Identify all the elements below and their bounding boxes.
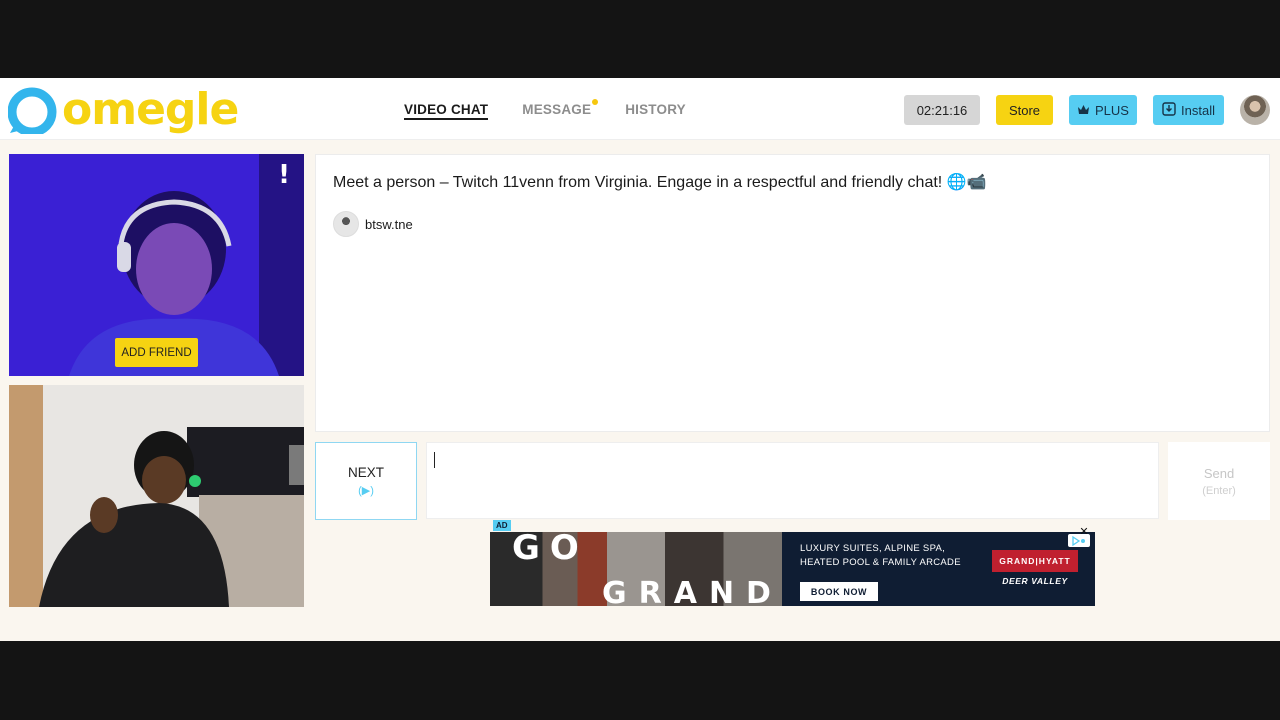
download-icon (1162, 101, 1176, 119)
screen-bottom-band (0, 641, 1280, 720)
crown-icon (1077, 103, 1090, 118)
ad-label: AD (493, 520, 511, 531)
header: omegle VIDEO CHAT MESSAGE HISTORY 02:21:… (0, 78, 1280, 140)
ad-headline-grand: GRAND (602, 576, 783, 606)
app-window: omegle VIDEO CHAT MESSAGE HISTORY 02:21:… (0, 78, 1280, 641)
report-button[interactable]: ! (278, 160, 290, 190)
store-button-label: Store (1008, 102, 1041, 118)
tab-video-chat-label: VIDEO CHAT (404, 101, 489, 117)
plus-button[interactable]: PLUS (1069, 95, 1137, 125)
ad-copy: LUXURY SUITES, ALPINE SPA, HEATED POOL &… (800, 543, 961, 568)
ad-location: DEER VALLEY (1002, 576, 1068, 586)
ad-brand-logo: GRAND|HYATT (992, 550, 1078, 572)
next-button[interactable]: NEXT (▶) (315, 442, 417, 520)
ad-banner[interactable]: GO GRAND LUXURY SUITES, ALPINE SPA, HEAT… (490, 532, 1095, 606)
remote-video: ! ADD FRIEND (9, 154, 304, 376)
adchoices-icon[interactable] (1068, 534, 1090, 547)
partner-avatar (333, 211, 359, 237)
notification-dot (592, 99, 599, 105)
send-button-label: Send (1203, 465, 1235, 481)
install-button[interactable]: Install (1153, 95, 1224, 125)
logo-text: omegle (62, 84, 239, 135)
plus-button-label: PLUS (1095, 102, 1129, 118)
tab-message[interactable]: MESSAGE (522, 78, 599, 140)
tab-history-label: HISTORY (625, 101, 686, 117)
local-video-scene (9, 385, 304, 607)
user-avatar[interactable] (1240, 95, 1270, 125)
ad-book-now-button[interactable]: BOOK NOW (800, 582, 878, 601)
local-video (9, 385, 304, 607)
logo-icon (7, 86, 58, 137)
tab-message-label: MESSAGE (522, 101, 592, 117)
partner-info[interactable]: btsw.tne (333, 211, 413, 237)
text-caret (434, 452, 435, 468)
chat-panel: Meet a person – Twitch 11venn from Virgi… (315, 154, 1270, 432)
main-nav: VIDEO CHAT MESSAGE HISTORY (404, 78, 686, 140)
screen-top-band (0, 0, 1280, 78)
send-button-hint: (Enter) (1202, 484, 1236, 497)
partner-name: btsw.tne (365, 216, 413, 232)
tab-video-chat[interactable]: VIDEO CHAT (404, 78, 489, 140)
store-button[interactable]: Store (996, 95, 1053, 125)
session-timer: 02:21:16 (904, 95, 980, 125)
next-button-hint: (▶) (358, 485, 374, 497)
tab-history[interactable]: HISTORY (625, 78, 686, 140)
ad-headline-go: GO (512, 532, 589, 568)
install-button-label: Install (1181, 102, 1215, 118)
next-button-label: NEXT (347, 465, 384, 480)
send-button[interactable]: Send (Enter) (1168, 442, 1270, 520)
add-friend-button[interactable]: ADD FRIEND (115, 338, 198, 367)
message-input[interactable] (426, 442, 1159, 519)
logo[interactable]: omegle (7, 84, 239, 137)
add-friend-label: ADD FRIEND (121, 346, 192, 359)
chat-intro-text: Meet a person – Twitch 11venn from Virgi… (333, 174, 987, 191)
